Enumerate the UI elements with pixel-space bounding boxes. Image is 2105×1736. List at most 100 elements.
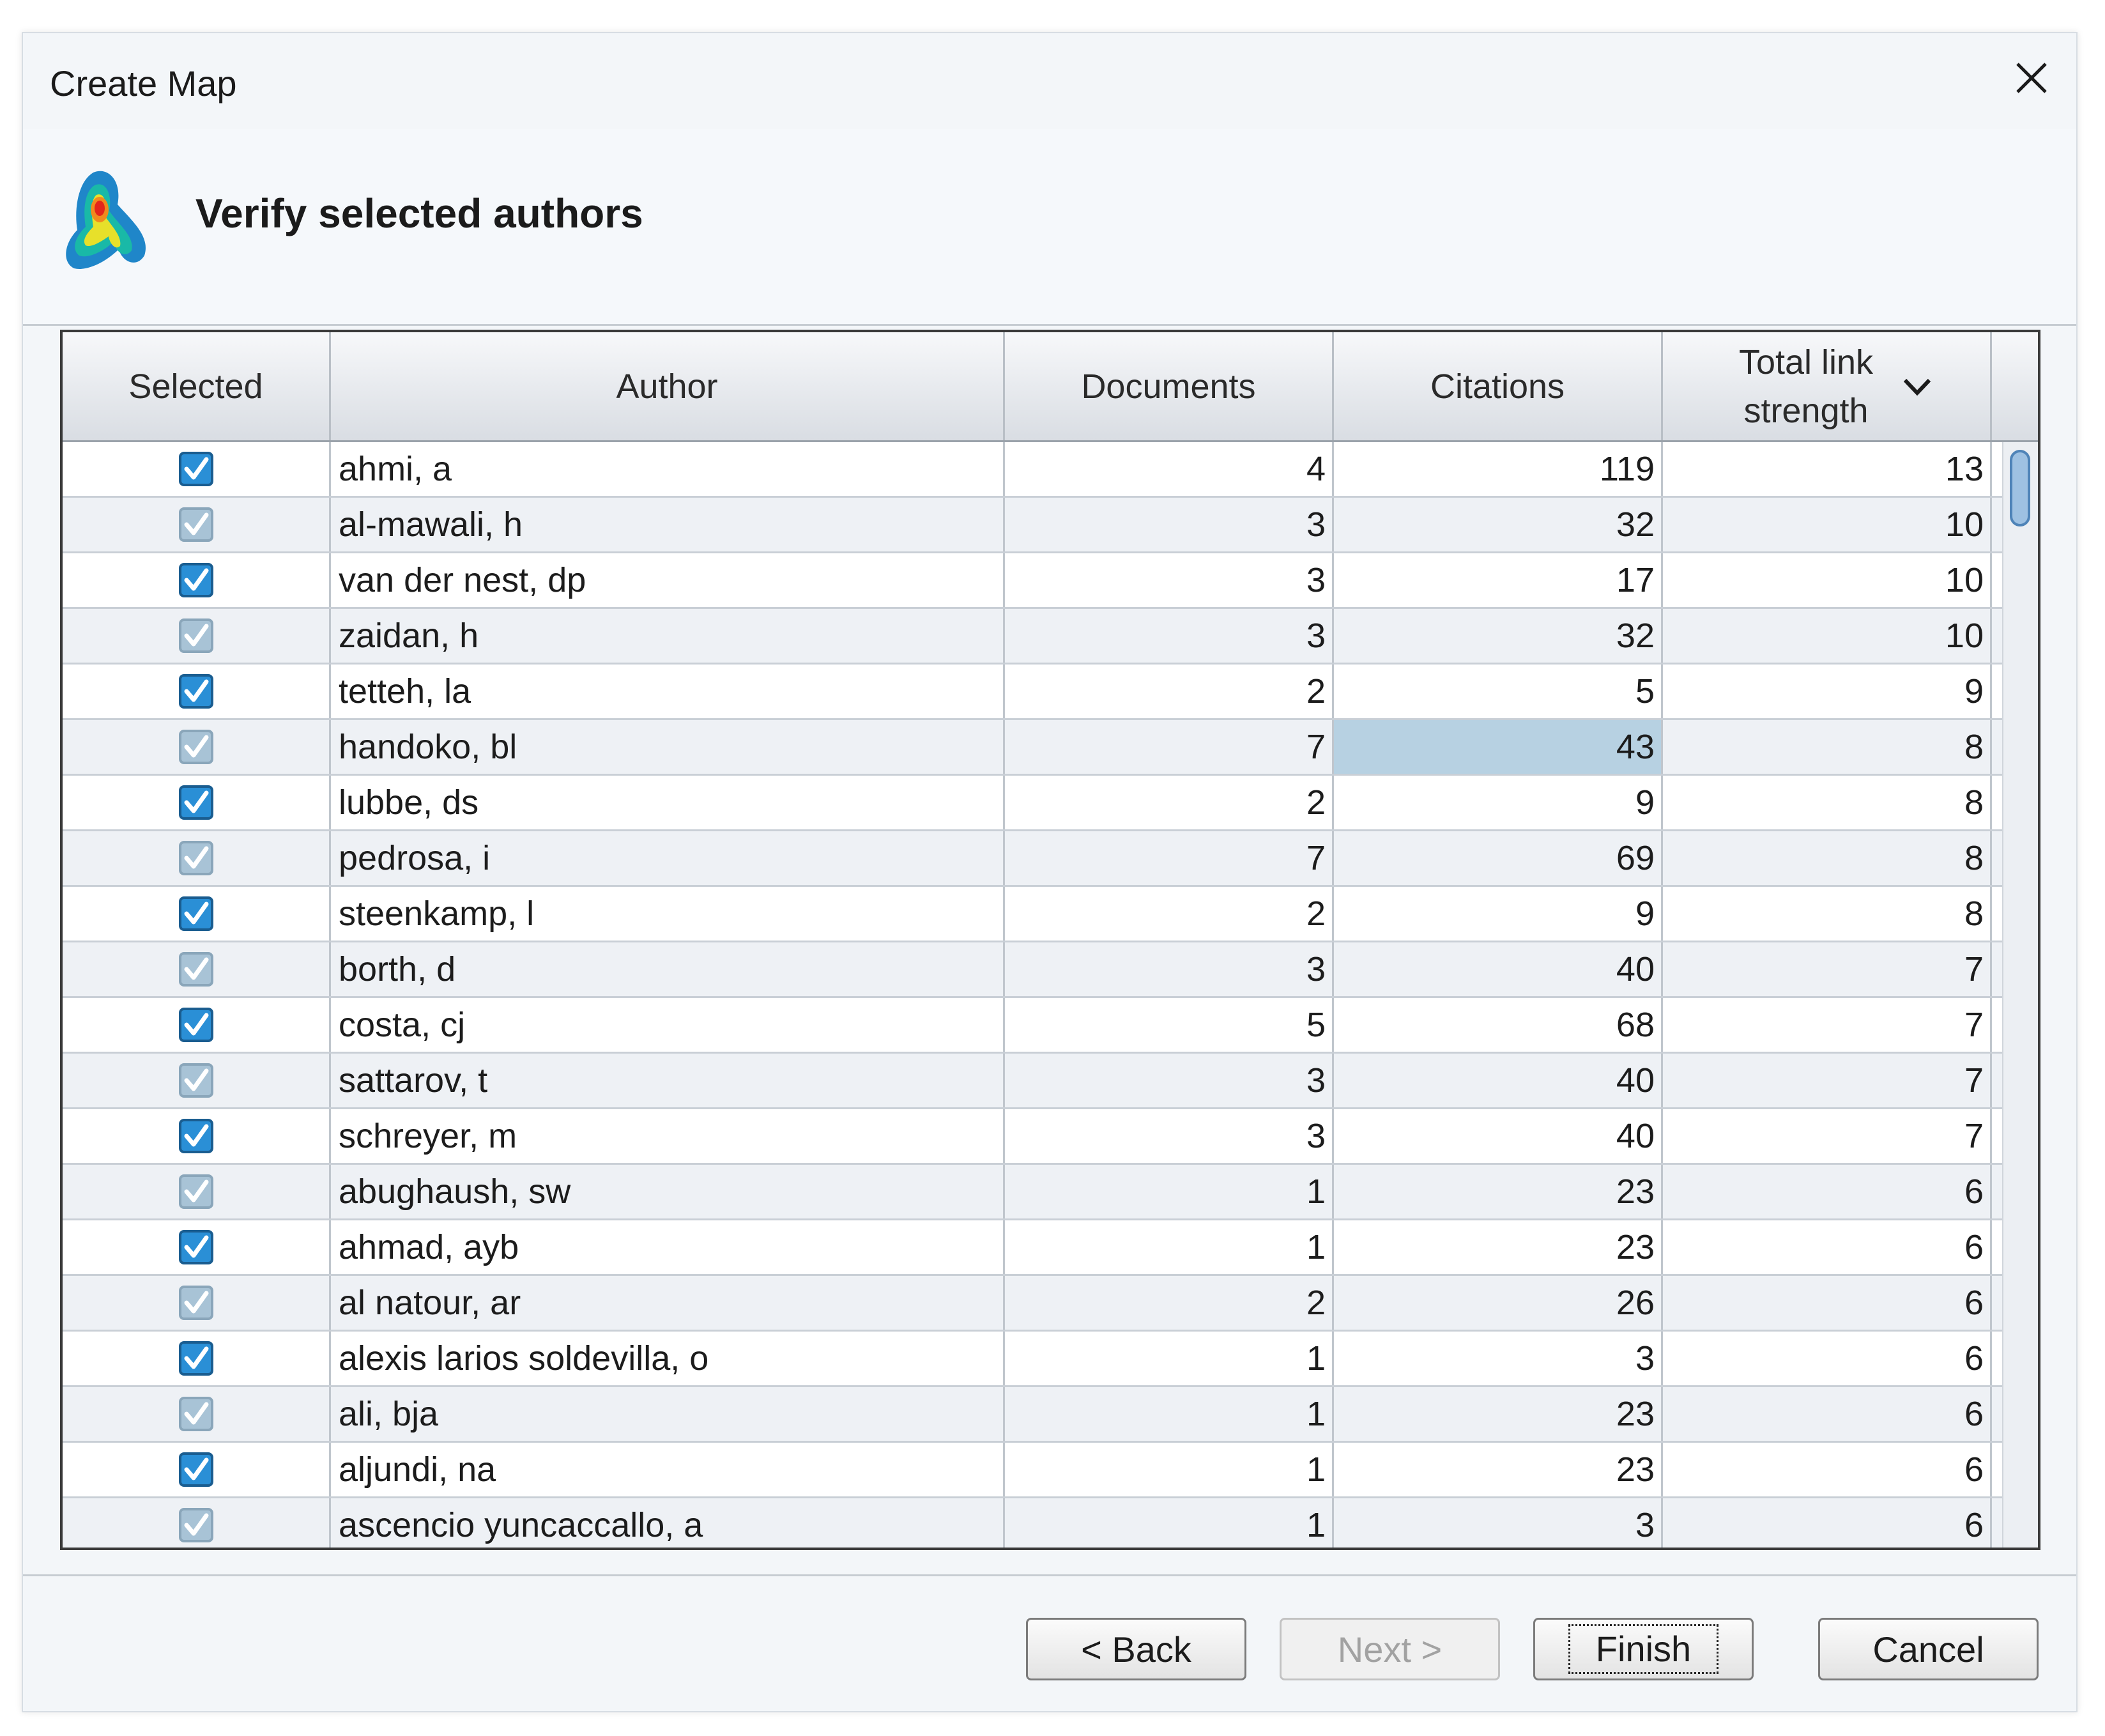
author-cell[interactable]: zaidan, h — [331, 609, 1005, 663]
author-cell[interactable]: schreyer, m — [331, 1109, 1005, 1163]
selected-checkbox[interactable] — [177, 505, 215, 544]
citations-cell[interactable]: 23 — [1334, 1387, 1663, 1441]
citations-cell[interactable]: 3 — [1334, 1498, 1663, 1548]
documents-cell[interactable]: 2 — [1005, 776, 1334, 829]
author-cell[interactable]: ahmad, ayb — [331, 1220, 1005, 1274]
table-row[interactable]: pedrosa, i 7 69 8 — [63, 831, 2003, 887]
selected-checkbox[interactable] — [177, 1061, 215, 1100]
documents-cell[interactable]: 3 — [1005, 942, 1334, 996]
total-link-strength-cell[interactable]: 8 — [1663, 776, 1992, 829]
citations-cell[interactable]: 5 — [1334, 664, 1663, 718]
next-button[interactable]: Next > — [1280, 1618, 1500, 1680]
total-link-strength-cell[interactable]: 8 — [1663, 720, 1992, 774]
selected-checkbox[interactable] — [177, 1395, 215, 1433]
selected-checkbox[interactable] — [177, 1506, 215, 1544]
documents-cell[interactable]: 4 — [1005, 442, 1334, 496]
author-cell[interactable]: handoko, bl — [331, 720, 1005, 774]
total-link-strength-cell[interactable]: 6 — [1663, 1165, 1992, 1218]
documents-cell[interactable]: 3 — [1005, 1054, 1334, 1107]
authors-table[interactable]: Selected Author Documents Citations Tota… — [60, 330, 2040, 1550]
table-row[interactable]: borth, d 3 40 7 — [63, 942, 2003, 998]
column-header-selected[interactable]: Selected — [63, 332, 331, 440]
documents-cell[interactable]: 7 — [1005, 720, 1334, 774]
citations-cell[interactable]: 69 — [1334, 831, 1663, 885]
scrollbar-thumb[interactable] — [2010, 450, 2030, 526]
table-row[interactable]: sattarov, t 3 40 7 — [63, 1054, 2003, 1109]
selected-checkbox[interactable] — [177, 1450, 215, 1489]
column-header-author[interactable]: Author — [331, 332, 1005, 440]
documents-cell[interactable]: 3 — [1005, 498, 1334, 551]
total-link-strength-cell[interactable]: 6 — [1663, 1498, 1992, 1548]
total-link-strength-cell[interactable]: 8 — [1663, 831, 1992, 885]
author-cell[interactable]: costa, cj — [331, 998, 1005, 1052]
selected-checkbox[interactable] — [177, 783, 215, 822]
citations-cell[interactable]: 40 — [1334, 1054, 1663, 1107]
citations-cell[interactable]: 32 — [1334, 609, 1663, 663]
table-row[interactable]: ali, bja 1 23 6 — [63, 1387, 2003, 1443]
documents-cell[interactable]: 2 — [1005, 887, 1334, 941]
author-cell[interactable]: borth, d — [331, 942, 1005, 996]
table-row[interactable]: alexis larios soldevilla, o136 — [63, 1332, 2003, 1387]
selected-checkbox[interactable] — [177, 839, 215, 877]
total-link-strength-cell[interactable]: 10 — [1663, 553, 1992, 607]
citations-cell[interactable]: 32 — [1334, 498, 1663, 551]
total-link-strength-cell[interactable]: 6 — [1663, 1276, 1992, 1330]
documents-cell[interactable]: 1 — [1005, 1498, 1334, 1548]
total-link-strength-cell[interactable]: 7 — [1663, 1109, 1992, 1163]
cancel-button[interactable]: Cancel — [1818, 1618, 2039, 1680]
column-header-total-link-strength[interactable]: Total link strength — [1663, 332, 1992, 440]
citations-cell[interactable]: 23 — [1334, 1443, 1663, 1496]
documents-cell[interactable]: 3 — [1005, 1109, 1334, 1163]
selected-checkbox[interactable] — [177, 728, 215, 766]
total-link-strength-cell[interactable]: 8 — [1663, 887, 1992, 941]
author-cell[interactable]: al-mawali, h — [331, 498, 1005, 551]
selected-checkbox[interactable] — [177, 1339, 215, 1378]
author-cell[interactable]: pedrosa, i — [331, 831, 1005, 885]
documents-cell[interactable]: 1 — [1005, 1165, 1334, 1218]
column-header-documents[interactable]: Documents — [1005, 332, 1334, 440]
vertical-scrollbar[interactable] — [2002, 442, 2038, 1548]
author-cell[interactable]: sattarov, t — [331, 1054, 1005, 1107]
table-row[interactable]: ascencio yuncaccallo, a136 — [63, 1498, 2003, 1548]
finish-button[interactable]: Finish — [1533, 1618, 1754, 1680]
table-row[interactable]: tetteh, la 2 5 9 — [63, 664, 2003, 720]
table-row[interactable]: steenkamp, l298 — [63, 887, 2003, 942]
table-row[interactable]: al natour, ar 2 26 6 — [63, 1276, 2003, 1332]
author-cell[interactable]: alexis larios soldevilla, o — [331, 1332, 1005, 1385]
documents-cell[interactable]: 2 — [1005, 664, 1334, 718]
citations-cell[interactable]: 9 — [1334, 887, 1663, 941]
documents-cell[interactable]: 3 — [1005, 553, 1334, 607]
table-row[interactable]: al-mawali, h 3 32 10 — [63, 498, 2003, 553]
author-cell[interactable]: abughaush, sw — [331, 1165, 1005, 1218]
total-link-strength-cell[interactable]: 9 — [1663, 664, 1992, 718]
selected-checkbox[interactable] — [177, 895, 215, 933]
table-row[interactable]: van der nest, dp 3 17 10 — [63, 553, 2003, 609]
table-row[interactable]: lubbe, ds 2 9 8 — [63, 776, 2003, 831]
selected-checkbox[interactable] — [177, 617, 215, 655]
citations-cell[interactable]: 23 — [1334, 1220, 1663, 1274]
citations-cell[interactable]: 68 — [1334, 998, 1663, 1052]
total-link-strength-cell[interactable]: 7 — [1663, 998, 1992, 1052]
selected-checkbox[interactable] — [177, 950, 215, 988]
table-row[interactable]: aljundi, na 1 23 6 — [63, 1443, 2003, 1498]
total-link-strength-cell[interactable]: 6 — [1663, 1387, 1992, 1441]
author-cell[interactable]: ascencio yuncaccallo, a — [331, 1498, 1005, 1548]
selected-checkbox[interactable] — [177, 561, 215, 599]
author-cell[interactable]: lubbe, ds — [331, 776, 1005, 829]
table-row[interactable]: handoko, bl 7 43 8 — [63, 720, 2003, 776]
selected-checkbox[interactable] — [177, 1284, 215, 1322]
documents-cell[interactable]: 2 — [1005, 1276, 1334, 1330]
documents-cell[interactable]: 1 — [1005, 1220, 1334, 1274]
citations-cell[interactable]: 3 — [1334, 1332, 1663, 1385]
total-link-strength-cell[interactable]: 10 — [1663, 609, 1992, 663]
author-cell[interactable]: tetteh, la — [331, 664, 1005, 718]
citations-cell[interactable]: 17 — [1334, 553, 1663, 607]
selected-checkbox[interactable] — [177, 1172, 215, 1211]
total-link-strength-cell[interactable]: 7 — [1663, 1054, 1992, 1107]
selected-checkbox[interactable] — [177, 1228, 215, 1266]
table-row[interactable]: ahmad, ayb 1 23 6 — [63, 1220, 2003, 1276]
total-link-strength-cell[interactable]: 7 — [1663, 942, 1992, 996]
author-cell[interactable]: al natour, ar — [331, 1276, 1005, 1330]
citations-cell[interactable]: 119 — [1334, 442, 1663, 496]
author-cell[interactable]: steenkamp, l — [331, 887, 1005, 941]
